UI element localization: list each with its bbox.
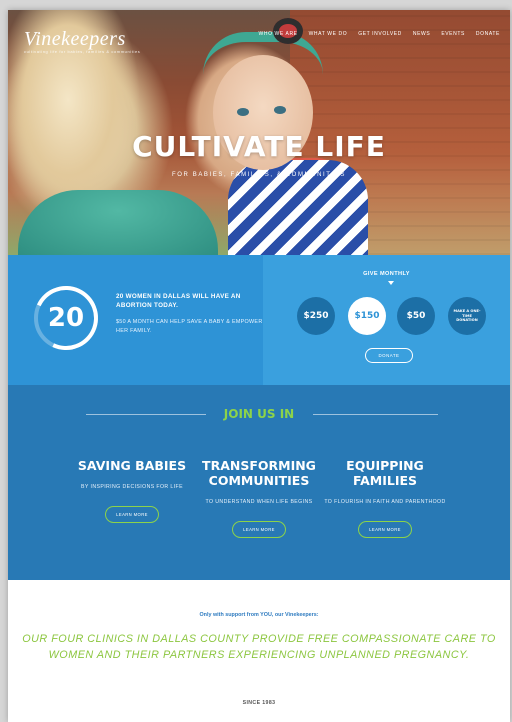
main-nav: WHO WE ARE WHAT WE DO GET INVOLVED NEWS … [259,31,500,37]
since-text: SINCE 1983 [242,700,276,706]
column-equipping-families: EQUIPPING FAMILIES TO FLOURISH IN FAITH … [315,458,455,538]
column-heading: SAVING BABIES [77,458,187,473]
learn-more-saving-babies-button[interactable]: LEARN MORE [105,506,159,523]
learn-more-equipping-families-button[interactable]: LEARN MORE [358,521,412,538]
column-heading: EQUIPPING FAMILIES [346,458,424,488]
nav-who-we-are[interactable]: WHO WE ARE [259,31,298,37]
mission-section: Only with support from YOU, our Vinekeep… [8,580,510,722]
nav-donate[interactable]: DONATE [476,31,500,37]
column-transforming-communities: TRANSFORMING COMMUNITIES TO UNDERSTAND W… [189,458,329,538]
stats-band: 20 20 WOMEN IN DALLAS WILL HAVE AN ABORT… [8,255,510,385]
hero-subtitle: FOR BABIES, FAMILIES, & COMMUNITIES [171,172,347,178]
hero-mother-shirt [18,190,218,255]
hero-baby-eye-left [237,108,249,116]
learn-more-transforming-communities-button[interactable]: LEARN MORE [232,521,286,538]
amount-250-button[interactable]: $250 [297,297,335,335]
stat-number: 20 [47,303,85,333]
hero-baby-eye-right [274,106,286,114]
hero-section: Vinekeepers cultivating life for babies,… [8,10,510,255]
logo-text: Vinekeepers [24,28,126,50]
clinics-statement: OUR FOUR CLINICS IN DALLAS COUNTY PROVID… [22,633,496,661]
nav-news[interactable]: NEWS [413,31,430,37]
join-title: JOIN US IN [223,407,295,421]
support-text: Only with support from YOU, our Vinekeep… [199,612,319,618]
nav-what-we-do[interactable]: WHAT WE DO [309,31,348,37]
column-description: TO FLOURISH IN FAITH AND PARENTHOOD [324,499,446,505]
donate-button[interactable]: DONATE [365,348,413,363]
column-heading: TRANSFORMING COMMUNITIES [202,458,316,488]
nav-get-involved[interactable]: GET INVOLVED [358,31,402,37]
caret-down-icon [388,281,394,285]
page: Vinekeepers cultivating life for babies,… [8,10,510,722]
amount-150-button[interactable]: $150 [348,297,386,335]
column-description: BY INSPIRING DECISIONS FOR LIFE [81,484,183,490]
give-monthly-label: GIVE MONTHLY [363,271,410,277]
site-logo[interactable]: Vinekeepers cultivating life for babies,… [24,28,140,54]
one-time-donation-button[interactable]: MAKE A ONE-TIME DONATION [448,297,486,335]
column-description: TO UNDERSTAND WHEN LIFE BEGINS [205,499,313,505]
hero-baby-headband [203,32,323,82]
hero-title: CULTIVATE LIFE [132,130,386,163]
join-section: JOIN US IN SAVING BABIES BY INSPIRING DE… [8,385,510,580]
stat-ring: 20 [24,276,108,360]
column-saving-babies: SAVING BABIES BY INSPIRING DECISIONS FOR… [62,458,202,523]
amount-50-button[interactable]: $50 [397,297,435,335]
stat-headline: 20 WOMEN IN DALLAS WILL HAVE AN ABORTION… [116,293,241,309]
logo-tagline: cultivating life for babies, families & … [24,49,141,54]
nav-events[interactable]: EVENTS [441,31,465,37]
stat-subtext: $50 A MONTH CAN HELP SAVE A BABY & EMPOW… [116,319,263,334]
